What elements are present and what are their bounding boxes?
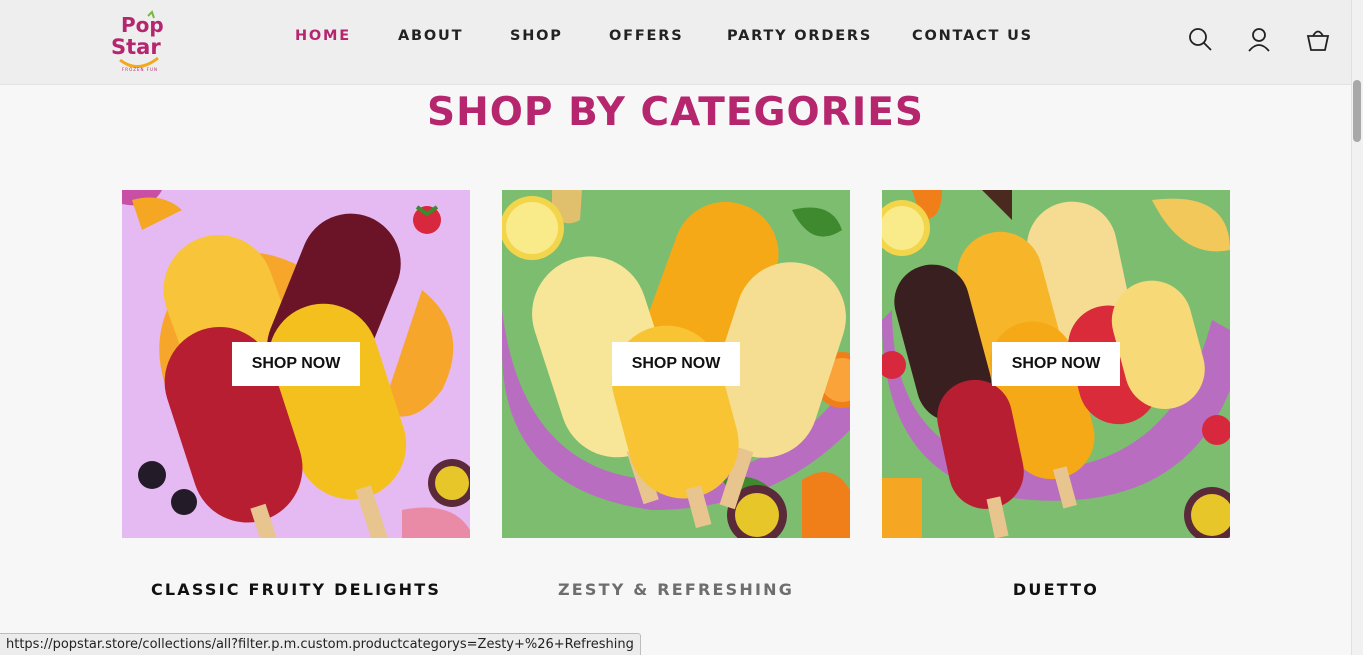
shop-now-button[interactable]: SHOP NOW <box>612 342 740 386</box>
category-card-classic-fruity[interactable]: SHOP NOW <box>122 190 470 538</box>
category-card-duetto[interactable]: SHOP NOW <box>882 190 1230 538</box>
nav-party-orders[interactable]: PARTY ORDERS <box>727 28 872 44</box>
nav-about[interactable]: ABOUT <box>398 28 463 44</box>
nav-contact-us[interactable]: CONTACT US <box>912 28 1033 44</box>
category-name-zesty[interactable]: ZESTY & REFRESHING <box>502 580 850 599</box>
nav-offers[interactable]: OFFERS <box>609 28 683 44</box>
scrollbar[interactable] <box>1351 0 1363 655</box>
nav-home[interactable]: HOME <box>295 28 351 44</box>
nav-shop[interactable]: SHOP <box>510 28 563 44</box>
browser-status-url: https://popstar.store/collections/all?fi… <box>0 633 641 655</box>
site-header: Pop Star FROZEN FUN HOME ABOUT SHOP OFFE… <box>0 0 1351 85</box>
section-title: SHOP BY CATEGORIES <box>427 90 924 135</box>
shop-now-button[interactable]: SHOP NOW <box>232 342 360 386</box>
category-card-zesty[interactable]: SHOP NOW <box>502 190 850 538</box>
main-nav: HOME ABOUT SHOP OFFERS PARTY ORDERS CONT… <box>0 28 1351 48</box>
svg-text:FROZEN FUN: FROZEN FUN <box>122 67 158 72</box>
category-name-classic-fruity[interactable]: CLASSIC FRUITY DELIGHTS <box>122 580 470 599</box>
account-icon[interactable] <box>1246 26 1272 52</box>
search-icon[interactable] <box>1187 26 1213 52</box>
category-name-duetto[interactable]: DUETTO <box>882 580 1230 599</box>
scrollbar-thumb[interactable] <box>1353 80 1361 142</box>
cart-icon[interactable] <box>1305 26 1331 52</box>
shop-now-button[interactable]: SHOP NOW <box>992 342 1120 386</box>
